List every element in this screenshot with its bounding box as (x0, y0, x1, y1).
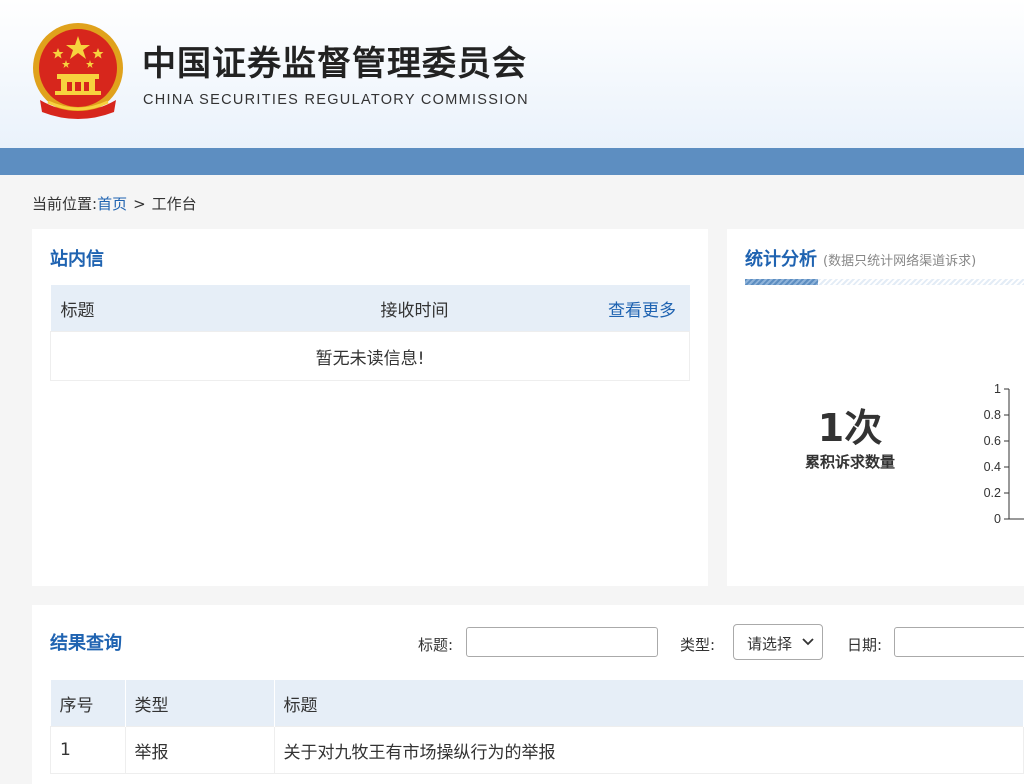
breadcrumb-current: 工作台 (151, 195, 197, 213)
breadcrumb-home-link[interactable]: 首页 (97, 195, 127, 213)
result-table-header: 序号 类型 标题 (50, 680, 1024, 727)
y-axis-tick-label: 0.2 (984, 486, 1001, 500)
mail-table: 标题 接收时间 查看更多 暂无未读信息! (50, 285, 690, 381)
result-col-type: 类型 (125, 680, 275, 727)
stats-title: 统计分析 (745, 249, 817, 270)
site-subtitle: CHINA SECURITIES REGULATORY COMMISSION (143, 92, 529, 108)
query-panel-title: 结果查询 (50, 633, 122, 654)
result-table: 序号 类型 标题 1 举报 关于对九牧王有市场操纵行为的举报 (50, 680, 1024, 774)
result-type-cell: 举报 (124, 726, 275, 774)
title-filter-input[interactable] (466, 627, 658, 657)
stats-note: (数据只统计网络渠道诉求) (823, 254, 977, 269)
total-complaints-value: 1次 (817, 406, 883, 450)
nav-bar (0, 148, 1024, 175)
chevron-down-icon (802, 638, 814, 646)
date-filter-input[interactable] (894, 627, 1024, 657)
mail-more-cell: 查看更多 (594, 285, 690, 332)
y-axis-tick-label: 0.8 (984, 408, 1001, 422)
breadcrumb-prefix: 当前位置: (32, 195, 98, 213)
result-index-cell: 1 (50, 726, 126, 774)
type-filter-label: 类型: (680, 636, 716, 654)
breadcrumb: 当前位置:首页 > 工作台 (32, 193, 197, 214)
date-filter-label: 日期: (847, 636, 883, 654)
y-axis-tick-label: 0 (994, 512, 1001, 526)
type-filter-selected: 请选择 (747, 635, 793, 653)
mail-table-header: 标题 接收时间 查看更多 (50, 285, 690, 332)
site-header: 中国证券监督管理委员会 CHINA SECURITIES REGULATORY … (0, 0, 1024, 148)
result-col-index: 序号 (50, 680, 126, 727)
mail-col-title: 标题 (50, 285, 371, 332)
mail-panel: 站内信 标题 接收时间 查看更多 暂无未读信息! (32, 229, 708, 586)
stats-panel: 统计分析 (数据只统计网络渠道诉求) 1次 累积诉求数量 1 0.8 0.6 0.4 0.… (727, 229, 1024, 586)
mail-panel-title: 站内信 (50, 249, 104, 270)
type-filter-select[interactable]: 请选择 (733, 624, 823, 660)
y-axis-tick-label: 0.6 (984, 434, 1001, 448)
chart-y-axis: 1 0.8 0.6 0.4 0.2 0 (984, 382, 1024, 526)
breadcrumb-separator: > (133, 195, 146, 213)
result-title-cell[interactable]: 关于对九牧王有市场操纵行为的举报 (273, 726, 1024, 774)
site-title: 中国证券监督管理委员会 (142, 44, 527, 84)
mail-empty-message: 暂无未读信息! (50, 331, 690, 381)
stats-title-underline-active (745, 279, 818, 285)
national-emblem-icon (33, 23, 123, 119)
stats-panel-title: 统计分析 (数据只统计网络渠道诉求) (745, 245, 976, 271)
query-panel: 结果查询 标题: 类型: 请选择 日期: 序号 类型 标题 1 举报 关于对九牧… (32, 605, 1024, 784)
y-axis-tick-label: 1 (994, 382, 1001, 396)
y-axis-tick-label: 0.4 (984, 460, 1001, 474)
view-more-link[interactable]: 查看更多 (608, 301, 676, 321)
mail-col-time: 接收时间 (370, 285, 595, 332)
mail-empty-row: 暂无未读信息! (50, 331, 690, 381)
result-col-title: 标题 (274, 680, 1024, 727)
table-row[interactable]: 1 举报 关于对九牧王有市场操纵行为的举报 (50, 726, 1024, 774)
total-complaints-label: 累积诉求数量 (804, 453, 895, 471)
stats-title-underline (745, 279, 1024, 285)
title-filter-label: 标题: (418, 636, 454, 654)
